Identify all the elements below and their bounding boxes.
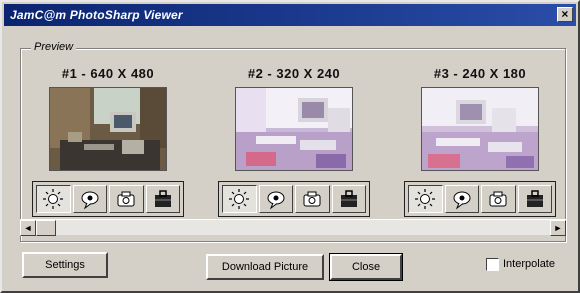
camera-icon — [489, 191, 507, 207]
save-button[interactable] — [517, 185, 552, 213]
scroll-left-icon[interactable]: ◄ — [20, 220, 36, 236]
briefcase-icon — [154, 190, 171, 207]
briefcase-icon — [340, 190, 357, 207]
scroll-right-icon[interactable]: ► — [550, 220, 566, 236]
contrast-button[interactable] — [444, 185, 479, 213]
camera-button[interactable] — [481, 185, 516, 213]
save-button[interactable] — [331, 185, 366, 213]
preview-toolbar-3 — [404, 181, 556, 217]
title-bar[interactable]: JamC@m PhotoSharp Viewer × — [4, 4, 576, 26]
preview-image-2[interactable] — [235, 87, 353, 171]
preview-panel-2: #2 - 320 X 240 — [209, 65, 379, 217]
horizontal-scrollbar[interactable]: ◄ ► — [20, 219, 566, 236]
camera-icon — [117, 191, 135, 207]
speech-bubble-icon — [81, 191, 99, 210]
interpolate-checkbox[interactable] — [486, 257, 499, 271]
window-title: JamC@m PhotoSharp Viewer — [10, 8, 183, 22]
preview-group-label: Preview — [31, 41, 77, 53]
contrast-button[interactable] — [258, 185, 293, 213]
brightness-button[interactable] — [408, 185, 443, 213]
brightness-button[interactable] — [222, 185, 257, 213]
camera-button[interactable] — [109, 185, 144, 213]
preview-title-1: #1 - 640 X 480 — [61, 66, 155, 81]
save-button[interactable] — [145, 185, 180, 213]
sun-icon — [43, 189, 64, 209]
briefcase-icon — [526, 190, 543, 207]
sun-icon — [415, 189, 436, 209]
preview-toolbar-2 — [218, 181, 370, 217]
sun-icon — [229, 189, 250, 209]
download-picture-button[interactable]: Download Picture — [206, 254, 324, 280]
preview-title-3: #3 - 240 X 180 — [433, 66, 527, 81]
preview-toolbar-1 — [32, 181, 184, 217]
speech-bubble-icon — [453, 191, 471, 210]
close-button[interactable]: Close — [329, 253, 403, 281]
speech-bubble-icon — [267, 191, 285, 210]
preview-title-2: #2 - 320 X 240 — [247, 66, 341, 81]
brightness-button[interactable] — [36, 185, 71, 213]
preview-group: Preview #1 - 640 X 480 #2 - 320 X 240 #3… — [20, 41, 566, 242]
settings-button[interactable]: Settings — [22, 252, 108, 278]
camera-icon — [303, 191, 321, 207]
interpolate-option[interactable]: Interpolate — [486, 257, 555, 271]
scrollbar-thumb[interactable] — [36, 220, 56, 236]
camera-button[interactable] — [295, 185, 330, 213]
preview-image-3[interactable] — [421, 87, 539, 171]
close-icon[interactable]: × — [557, 7, 573, 22]
main-window: JamC@m PhotoSharp Viewer × Preview #1 - … — [0, 0, 580, 293]
preview-panel-3: #3 - 240 X 180 — [395, 65, 565, 217]
preview-image-1[interactable] — [49, 87, 167, 171]
preview-panel-1: #1 - 640 X 480 — [23, 65, 193, 217]
interpolate-label: Interpolate — [503, 258, 555, 270]
contrast-button[interactable] — [72, 185, 107, 213]
